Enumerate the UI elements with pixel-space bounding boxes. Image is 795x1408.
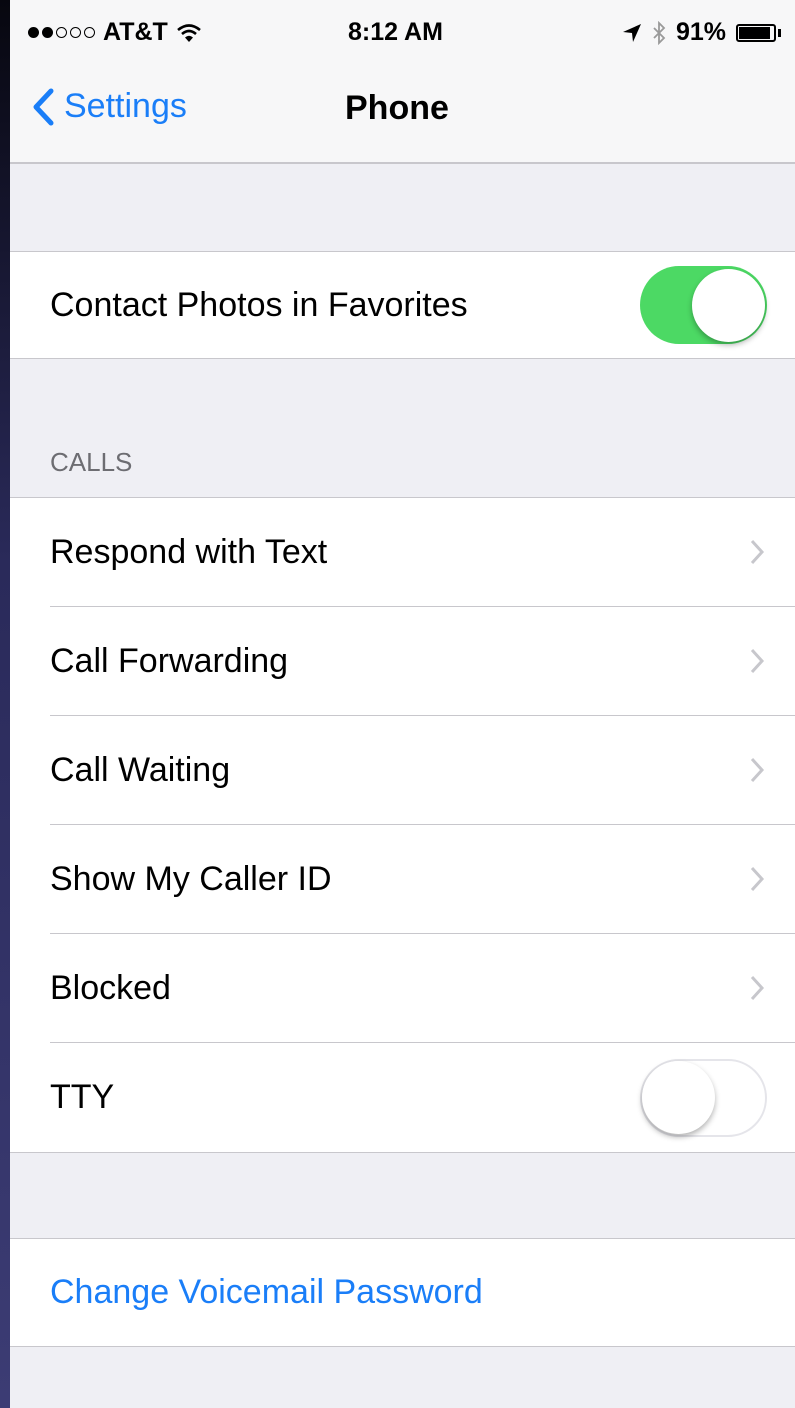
location-arrow-icon	[622, 23, 641, 42]
tty-row: TTY	[10, 1043, 795, 1152]
voicemail-group: Change Voicemail Password	[10, 1238, 795, 1347]
tty-label: TTY	[50, 1078, 115, 1116]
battery-percent: 91%	[675, 18, 726, 46]
chevron-right-icon	[750, 648, 765, 674]
chevron-right-icon	[750, 757, 765, 783]
battery-icon	[736, 23, 776, 42]
back-button-label: Settings	[64, 87, 187, 125]
phone-settings-screen: AT&T 8:12 AM 91% Settings Phone Contact …	[10, 0, 795, 1408]
back-button[interactable]: Settings	[32, 87, 187, 126]
status-bar: AT&T 8:12 AM 91%	[10, 0, 795, 62]
status-right: 91%	[622, 18, 781, 47]
navigation-bar: Settings Phone	[10, 62, 795, 164]
contact-photos-label: Contact Photos in Favorites	[50, 285, 468, 324]
clock: 8:12 AM	[348, 18, 443, 46]
list-item-blocked[interactable]: Blocked	[10, 934, 795, 1043]
chevron-left-icon	[33, 88, 54, 125]
list-item-label: Call Forwarding	[50, 642, 289, 680]
list-item-label: Respond with Text	[50, 533, 328, 571]
tty-toggle[interactable]	[640, 1059, 767, 1137]
list-item-call-forwarding[interactable]: Call Forwarding	[10, 607, 795, 716]
signal-strength-icon	[28, 27, 95, 38]
toggle-knob	[692, 269, 765, 342]
toggle-knob	[642, 1061, 715, 1134]
carrier-info: AT&T	[28, 18, 202, 47]
chevron-right-icon	[750, 866, 765, 892]
list-item-label: Call Waiting	[50, 751, 231, 789]
list-item-show-my-caller-id[interactable]: Show My Caller ID	[10, 825, 795, 934]
contact-photos-row: Contact Photos in Favorites	[10, 252, 795, 358]
change-voicemail-password-label: Change Voicemail Password	[50, 1273, 483, 1311]
favorites-group: Contact Photos in Favorites	[10, 251, 795, 359]
carrier-name: AT&T	[103, 18, 168, 46]
wifi-icon	[176, 23, 201, 42]
list-item-call-waiting[interactable]: Call Waiting	[10, 716, 795, 825]
battery-tip	[778, 28, 781, 37]
calls-section-header: CALLS	[50, 447, 133, 477]
chevron-right-icon	[750, 975, 765, 1001]
bluetooth-icon	[653, 20, 666, 45]
list-item-label: Show My Caller ID	[50, 860, 332, 898]
change-voicemail-password-button[interactable]: Change Voicemail Password	[10, 1239, 795, 1346]
list-item-respond-with-text[interactable]: Respond with Text	[10, 498, 795, 607]
calls-group: Respond with Text Call Forwarding Call W…	[10, 497, 795, 1153]
screen-edge	[0, 0, 10, 1408]
page-title: Phone	[345, 89, 449, 127]
contact-photos-toggle[interactable]	[640, 266, 767, 344]
chevron-right-icon	[750, 539, 765, 565]
list-item-label: Blocked	[50, 969, 171, 1007]
